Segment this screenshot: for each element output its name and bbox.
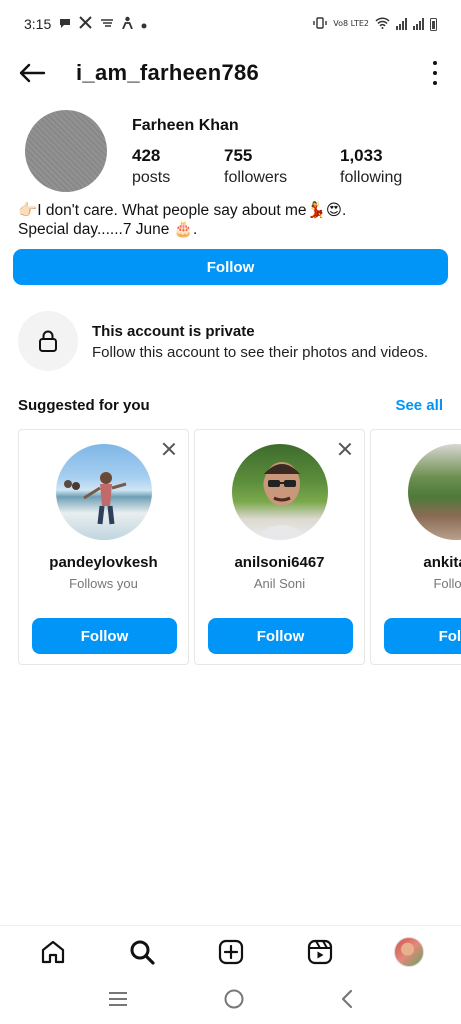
system-navigation bbox=[0, 978, 461, 1024]
suggested-subtitle: Follows you bbox=[69, 576, 138, 591]
person-photo bbox=[64, 472, 127, 525]
suggested-follow-button[interactable]: Follo bbox=[384, 618, 461, 654]
avatar bbox=[393, 936, 424, 967]
battery-icon bbox=[430, 17, 437, 31]
nav-reels[interactable] bbox=[300, 932, 340, 972]
close-icon[interactable] bbox=[338, 442, 352, 456]
x-logo-icon bbox=[79, 16, 92, 32]
nav-profile[interactable] bbox=[389, 932, 429, 972]
bio-line-1: 👉🏻I don't care. What people say about me… bbox=[18, 202, 347, 219]
private-subtitle: Follow this account to see their photos … bbox=[92, 344, 429, 361]
system-back-button[interactable] bbox=[340, 988, 354, 1015]
follow-button[interactable]: Follow bbox=[13, 249, 448, 285]
stat-posts-label: posts bbox=[132, 169, 171, 186]
search-icon bbox=[130, 940, 155, 965]
see-all-link[interactable]: See all bbox=[395, 397, 443, 414]
profile-header: i_am_farheen786 bbox=[0, 48, 461, 98]
stat-posts: 428 posts bbox=[132, 146, 170, 187]
lock-icon bbox=[39, 330, 57, 352]
status-left: 3:15 bbox=[24, 16, 147, 32]
suggested-title: Suggested for you bbox=[18, 397, 150, 414]
suggested-avatar[interactable] bbox=[56, 444, 152, 540]
profile-avatar[interactable] bbox=[25, 110, 107, 192]
profile-full-name: Farheen Khan bbox=[132, 117, 239, 134]
close-icon[interactable] bbox=[162, 442, 176, 456]
chevron-left-icon bbox=[341, 989, 352, 1008]
nav-create[interactable] bbox=[211, 932, 251, 972]
stat-followers-label: followers bbox=[224, 169, 288, 186]
circle-icon bbox=[224, 989, 244, 1008]
stat-following[interactable]: 1,033 following bbox=[340, 146, 402, 187]
suggested-follow-button[interactable]: Follow bbox=[32, 618, 177, 654]
menu-icon bbox=[109, 991, 128, 1006]
suggested-avatar[interactable] bbox=[408, 444, 461, 540]
person-photo bbox=[408, 444, 461, 540]
suggested-subtitle: Follows bbox=[433, 576, 461, 591]
vibrate-icon bbox=[313, 16, 327, 32]
person-icon bbox=[122, 16, 134, 32]
suggested-card[interactable]: ankitatiw Follows Follo bbox=[370, 429, 461, 665]
suggested-username[interactable]: ankitatiw bbox=[371, 554, 461, 571]
home-icon bbox=[41, 940, 64, 963]
stat-following-label: following bbox=[340, 169, 403, 186]
suggested-carousel[interactable]: pandeylovkesh Follows you Follow anilson… bbox=[18, 429, 461, 667]
signal-icon bbox=[396, 18, 407, 30]
arrow-left-icon bbox=[19, 63, 46, 83]
private-lock bbox=[18, 311, 78, 371]
bio-line-2: Special day......7 June 🎂. bbox=[18, 221, 198, 238]
suggested-avatar[interactable] bbox=[232, 444, 328, 540]
stat-followers[interactable]: 755 followers bbox=[224, 146, 287, 187]
more-options-button[interactable] bbox=[431, 61, 439, 85]
status-right: Vo8 LTE2 bbox=[313, 16, 437, 32]
dot-icon bbox=[141, 17, 147, 32]
home-button[interactable] bbox=[223, 988, 245, 1015]
suggested-card[interactable]: anilsoni6467 Anil Soni Follow bbox=[194, 429, 365, 665]
page-title: i_am_farheen786 bbox=[76, 60, 260, 85]
nav-search[interactable] bbox=[122, 932, 162, 972]
status-bar: 3:15 Vo8 LTE2 bbox=[0, 0, 461, 48]
recent-apps-button[interactable] bbox=[107, 991, 129, 1012]
stat-posts-value: 428 bbox=[132, 146, 161, 165]
stat-following-value: 1,033 bbox=[340, 146, 383, 165]
profile-bio: 👉🏻I don't care. What people say about me… bbox=[18, 201, 346, 239]
nav-home[interactable] bbox=[33, 932, 73, 972]
chat-bubble-icon bbox=[59, 17, 71, 32]
signal-2-icon bbox=[413, 18, 424, 30]
back-button[interactable] bbox=[16, 57, 48, 89]
reels-icon bbox=[307, 939, 332, 964]
more-vertical-icon bbox=[433, 61, 437, 65]
suggested-username[interactable]: anilsoni6467 bbox=[195, 554, 364, 571]
private-title: This account is private bbox=[92, 323, 255, 340]
bottom-navigation bbox=[0, 925, 461, 977]
notification-icon bbox=[100, 17, 114, 32]
stat-followers-value: 755 bbox=[224, 146, 253, 165]
wifi-icon bbox=[375, 16, 390, 32]
person-photo bbox=[252, 462, 312, 540]
suggested-follow-button[interactable]: Follow bbox=[208, 618, 353, 654]
plus-square-icon bbox=[218, 939, 243, 964]
suggested-card[interactable]: pandeylovkesh Follows you Follow bbox=[18, 429, 189, 665]
suggested-subtitle: Anil Soni bbox=[253, 576, 306, 591]
suggested-username[interactable]: pandeylovkesh bbox=[19, 554, 188, 571]
status-time: 3:15 bbox=[24, 16, 52, 32]
network-label: Vo8 LTE2 bbox=[333, 19, 369, 28]
